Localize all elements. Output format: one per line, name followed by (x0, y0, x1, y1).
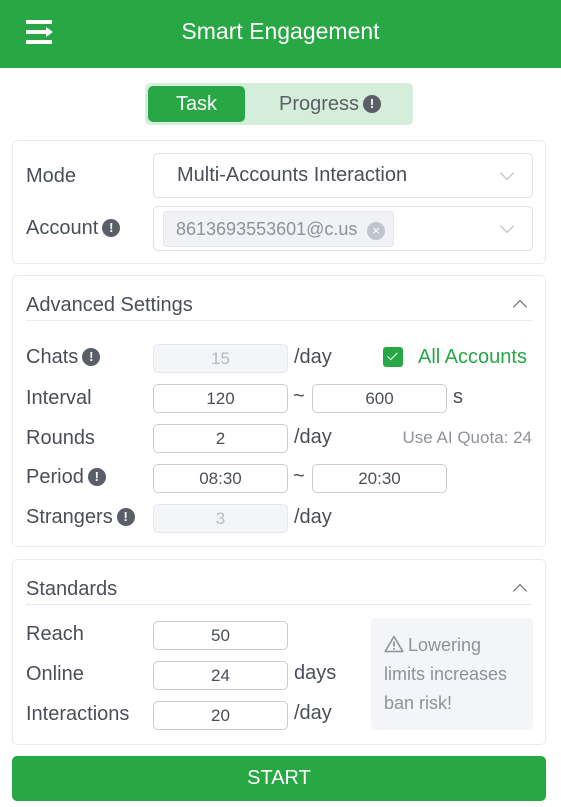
chats-unit: /day (294, 346, 332, 368)
app-header: Smart Engagement (0, 0, 561, 68)
interval-unit: s (453, 386, 463, 408)
strangers-label-text: Strangers (26, 506, 113, 528)
account-label: Account! (26, 217, 121, 240)
tab-progress-label: Progress (278, 93, 360, 115)
interval-min-input[interactable]: 120 (153, 384, 288, 413)
period-end-input[interactable]: 20:30 (312, 464, 447, 493)
interactions-input[interactable]: 20 (153, 701, 288, 730)
tag-close-icon[interactable]: × (367, 222, 385, 240)
tab-switcher: Task Progress! (145, 83, 413, 125)
strangers-unit: /day (294, 506, 332, 528)
period-label: Period! (26, 466, 106, 489)
account-tag-label: 8613693553601@c.us (176, 219, 358, 239)
divider (26, 604, 532, 605)
warning-icon (384, 635, 404, 653)
ai-quota-text: Use AI Quota: 24 (402, 428, 532, 447)
mode-value: Multi-Accounts Interaction (177, 164, 408, 186)
info-icon: ! (102, 219, 121, 237)
reach-label: Reach (26, 623, 84, 645)
rounds-unit: /day (294, 426, 332, 448)
strangers-input[interactable]: 3 (153, 504, 288, 533)
rounds-input[interactable]: 2 (153, 424, 288, 453)
tab-task[interactable]: Task (148, 86, 245, 122)
tab-progress[interactable]: Progress! (255, 86, 405, 122)
all-accounts-checkbox[interactable] (383, 347, 403, 367)
interactions-label: Interactions (26, 703, 130, 725)
chats-label-text: Chats (26, 346, 79, 368)
reach-input[interactable]: 50 (153, 621, 288, 650)
online-unit: days (294, 662, 337, 684)
period-separator: ~ (293, 465, 305, 487)
standards-card: Standards Reach 50 Online 24 days Intera… (12, 559, 546, 745)
online-input[interactable]: 24 (153, 661, 288, 690)
mode-select[interactable]: Multi-Accounts Interaction (153, 153, 533, 198)
rounds-label: Rounds (26, 427, 95, 449)
all-accounts-label[interactable]: All Accounts (418, 346, 527, 369)
info-icon: ! (82, 348, 101, 366)
period-start-input[interactable]: 08:30 (153, 464, 288, 493)
tab-task-label: Task (175, 93, 218, 115)
interval-label: Interval (26, 387, 92, 409)
chevron-up-icon[interactable] (512, 583, 528, 599)
chevron-down-icon (499, 165, 515, 181)
online-label: Online (26, 663, 84, 685)
mode-label: Mode (26, 165, 77, 187)
interval-max-input[interactable]: 600 (312, 384, 447, 413)
account-label-text: Account (26, 217, 99, 239)
ban-risk-warning: Lowering limits increases ban risk! (371, 618, 533, 730)
info-icon: ! (363, 95, 382, 113)
interval-separator: ~ (293, 385, 305, 407)
section-title: Standards (26, 578, 118, 600)
chats-label: Chats! (26, 346, 101, 369)
interactions-unit: /day (294, 702, 332, 724)
divider (26, 320, 532, 321)
period-label-text: Period (26, 466, 84, 488)
advanced-settings-card: Advanced Settings Chats! 15 /day All Acc… (12, 275, 546, 547)
account-tag: 8613693553601@c.us × (163, 211, 394, 247)
info-icon: ! (87, 468, 106, 486)
page-title: Smart Engagement (181, 18, 380, 44)
chevron-up-icon[interactable] (512, 299, 528, 315)
basic-settings-card: Mode Multi-Accounts Interaction Account!… (12, 140, 546, 264)
chevron-down-icon (499, 218, 515, 234)
chats-input[interactable]: 15 (153, 344, 288, 373)
start-button[interactable]: START (12, 756, 546, 801)
strangers-label: Strangers! (26, 506, 135, 529)
account-select[interactable]: 8613693553601@c.us × (153, 206, 533, 251)
section-title: Advanced Settings (26, 294, 193, 316)
info-icon: ! (116, 508, 135, 526)
